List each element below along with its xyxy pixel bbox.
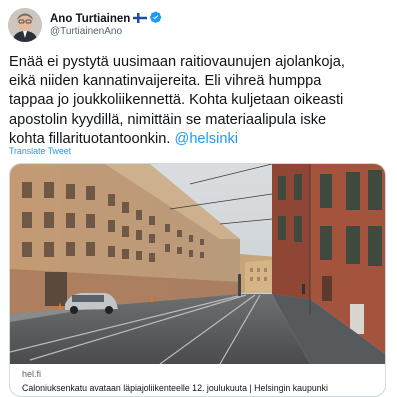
tweet-text-fragment: kohta fillarituotantoonkin. bbox=[9, 130, 175, 147]
verified-badge-icon bbox=[150, 10, 162, 28]
author-display-name[interactable]: Ano Turtiainen bbox=[50, 13, 130, 25]
mention-link[interactable]: @helsinki bbox=[175, 131, 238, 147]
tweet: Ano Turtiainen @TurtiainenAno Enää ei py… bbox=[0, 0, 397, 397]
card-domain: hel.fi bbox=[22, 369, 42, 379]
finland-flag-icon bbox=[133, 10, 148, 28]
tweet-text-line: eikä niiden kannatinvaijereita. Eli vihr… bbox=[9, 73, 322, 90]
street-photo-image[interactable] bbox=[10, 164, 385, 364]
translate-tweet-link[interactable]: Translate Tweet bbox=[9, 146, 71, 156]
author-handle[interactable]: @TurtiainenAno bbox=[50, 26, 122, 37]
tweet-text: Enää ei pystytä uusimaan raitiovaunujen … bbox=[9, 53, 394, 149]
card-title[interactable]: Caloniuksenkatu avataan läpiajoliikentee… bbox=[22, 383, 328, 393]
link-card[interactable]: hel.fi Caloniuksenkatu avataan läpiajoli… bbox=[9, 163, 386, 397]
avatar[interactable] bbox=[8, 8, 42, 42]
tweet-text-line: tappaa jo joukkoliikennettä. Kohta kulje… bbox=[9, 92, 344, 109]
tweet-text-line: Enää ei pystytä uusimaan raitiovaunujen … bbox=[9, 54, 345, 70]
tweet-text-line: apostolin kyydillä, nimittäin se materia… bbox=[9, 111, 327, 128]
